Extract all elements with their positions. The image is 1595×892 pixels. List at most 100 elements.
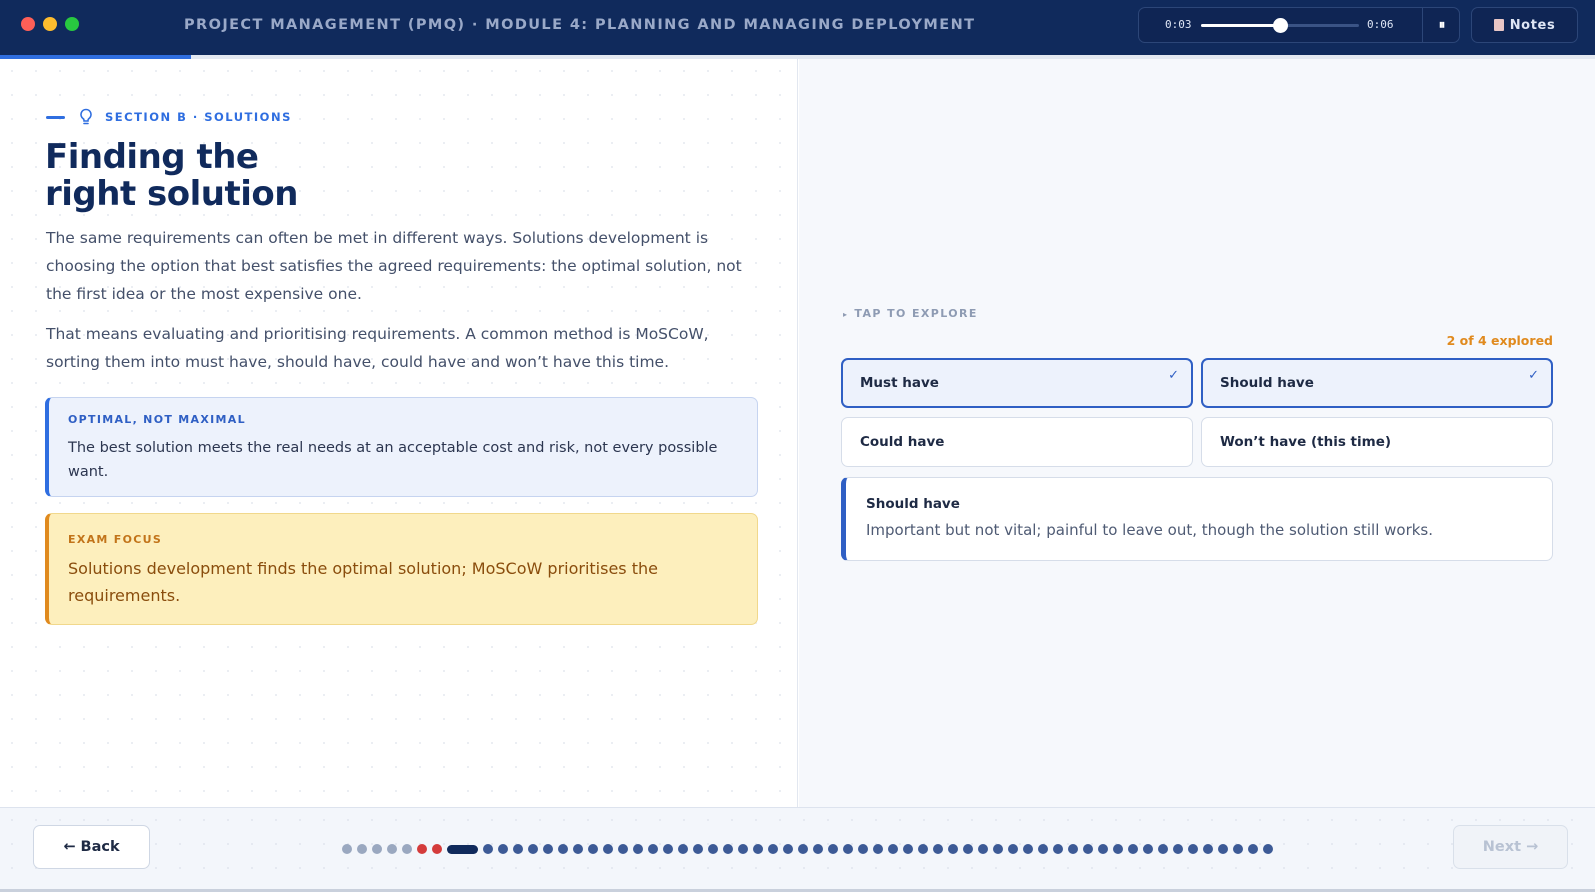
slide-dot-12[interactable] <box>528 844 538 854</box>
slide-dot-23[interactable] <box>693 844 703 854</box>
section-eyebrow: SECTION B · SOLUTIONS <box>46 108 292 126</box>
slide-dot-5[interactable] <box>402 844 412 854</box>
audio-player: 0:03 0:06 ⏸ <box>1138 7 1460 43</box>
slide-dot-17[interactable] <box>603 844 613 854</box>
audio-current-time: 0:03 <box>1165 18 1192 31</box>
slide-dot-38[interactable] <box>918 844 928 854</box>
slide-dot-15[interactable] <box>573 844 583 854</box>
detail-title: Should have <box>866 496 960 512</box>
option-label: Should have <box>1220 375 1314 391</box>
option-label: Won’t have (this time) <box>1220 434 1392 450</box>
slide-dot-48[interactable] <box>1068 844 1078 854</box>
option-could-have[interactable]: Could have <box>841 417 1193 467</box>
optimal-callout-label: OPTIMAL, NOT MAXIMAL <box>68 413 246 426</box>
slide-dot-50[interactable] <box>1098 844 1108 854</box>
notes-button[interactable]: Notes <box>1471 7 1578 43</box>
slide-dot-39[interactable] <box>933 844 943 854</box>
lightbulb-icon <box>79 108 93 126</box>
audio-total-time: 0:06 <box>1367 18 1394 31</box>
slide-dot-59[interactable] <box>1233 844 1243 854</box>
slide-dot-7[interactable] <box>432 844 442 854</box>
slide-dot-31[interactable] <box>813 844 823 854</box>
audio-scrubber[interactable] <box>1201 18 1359 33</box>
slide-dot-58[interactable] <box>1218 844 1228 854</box>
tap-hint-label: TAP TO EXPLORE <box>854 307 978 320</box>
exam-focus-label: EXAM FOCUS <box>68 533 163 546</box>
slide-dot-41[interactable] <box>963 844 973 854</box>
slide-dot-24[interactable] <box>708 844 718 854</box>
slide-dot-60[interactable] <box>1248 844 1258 854</box>
exam-focus-text: Solutions development finds the optimal … <box>68 559 658 605</box>
eyebrow-dash <box>46 115 65 119</box>
slide-dot-47[interactable] <box>1053 844 1063 854</box>
slide-dot-36[interactable] <box>888 844 898 854</box>
optimal-callout-text: The best solution meets the real needs a… <box>68 440 718 480</box>
page-title-line-2: right solution <box>45 174 298 214</box>
close-window-button[interactable] <box>21 17 35 31</box>
slide-dot-21[interactable] <box>663 844 673 854</box>
slide-dot-40[interactable] <box>948 844 958 854</box>
detail-description: Important but not vital; painful to leav… <box>866 521 1434 539</box>
explored-counter: 2 of 4 explored <box>1446 333 1553 348</box>
slide-dot-8[interactable] <box>447 844 478 854</box>
slide-dot-52[interactable] <box>1128 844 1138 854</box>
slide-dot-43[interactable] <box>993 844 1003 854</box>
slide-dot-26[interactable] <box>738 844 748 854</box>
slide-dot-1[interactable] <box>342 844 352 854</box>
section-label: SECTION B · SOLUTIONS <box>105 110 292 124</box>
slide-dot-18[interactable] <box>618 844 628 854</box>
option-detail-card: Should have Important but not vital; pai… <box>841 477 1553 561</box>
slide-dot-19[interactable] <box>633 844 643 854</box>
option-label: Could have <box>860 434 945 450</box>
slide-dot-45[interactable] <box>1023 844 1033 854</box>
slide-dot-25[interactable] <box>723 844 733 854</box>
option-wont-have[interactable]: Won’t have (this time) <box>1201 417 1553 467</box>
slide-dot-57[interactable] <box>1203 844 1213 854</box>
slide-dot-2[interactable] <box>357 844 367 854</box>
slide-dot-37[interactable] <box>903 844 913 854</box>
slide-dot-3[interactable] <box>372 844 382 854</box>
slide-dot-49[interactable] <box>1083 844 1093 854</box>
option-label: Must have <box>860 375 939 391</box>
slide-dot-32[interactable] <box>828 844 838 854</box>
minimize-window-button[interactable] <box>43 17 57 31</box>
pause-icon: ⏸ <box>1438 17 1446 33</box>
slide-dot-14[interactable] <box>558 844 568 854</box>
slide-dot-9[interactable] <box>483 844 493 854</box>
slide-dot-28[interactable] <box>768 844 778 854</box>
slide-dot-10[interactable] <box>498 844 508 854</box>
slide-dot-29[interactable] <box>783 844 793 854</box>
slide-dot-22[interactable] <box>678 844 688 854</box>
slide-dot-61[interactable] <box>1263 844 1273 854</box>
slide-dot-44[interactable] <box>1008 844 1018 854</box>
slide-dot-27[interactable] <box>753 844 763 854</box>
slide-dot-30[interactable] <box>798 844 808 854</box>
slide-dot-46[interactable] <box>1038 844 1048 854</box>
slide-dot-35[interactable] <box>873 844 883 854</box>
option-should-have[interactable]: Should have ✓ <box>1201 358 1553 408</box>
notes-icon <box>1493 19 1504 31</box>
slide-dot-4[interactable] <box>387 844 397 854</box>
back-button[interactable]: ← Back <box>33 825 150 869</box>
maximize-window-button[interactable] <box>65 17 79 31</box>
option-must-have[interactable]: Must have ✓ <box>841 358 1193 408</box>
slide-dot-55[interactable] <box>1173 844 1183 854</box>
slide-dot-53[interactable] <box>1143 844 1153 854</box>
slide-dot-16[interactable] <box>588 844 598 854</box>
slide-dots <box>342 844 1273 854</box>
slide-dot-54[interactable] <box>1158 844 1168 854</box>
slide-dot-51[interactable] <box>1113 844 1123 854</box>
slide-dot-13[interactable] <box>543 844 553 854</box>
next-button[interactable]: Next → <box>1453 825 1568 869</box>
slide-dot-20[interactable] <box>648 844 658 854</box>
slide-dot-11[interactable] <box>513 844 523 854</box>
play-triangle-icon: ▸ <box>843 310 849 319</box>
slide-dot-56[interactable] <box>1188 844 1198 854</box>
slide-dot-42[interactable] <box>978 844 988 854</box>
slide-dot-34[interactable] <box>858 844 868 854</box>
slide-dot-6[interactable] <box>417 844 427 854</box>
slide-dot-33[interactable] <box>843 844 853 854</box>
pause-button[interactable]: ⏸ <box>1422 7 1461 43</box>
audio-scrubber-handle[interactable] <box>1273 18 1288 33</box>
tap-to-explore-hint: ▸ TAP TO EXPLORE <box>843 307 978 320</box>
